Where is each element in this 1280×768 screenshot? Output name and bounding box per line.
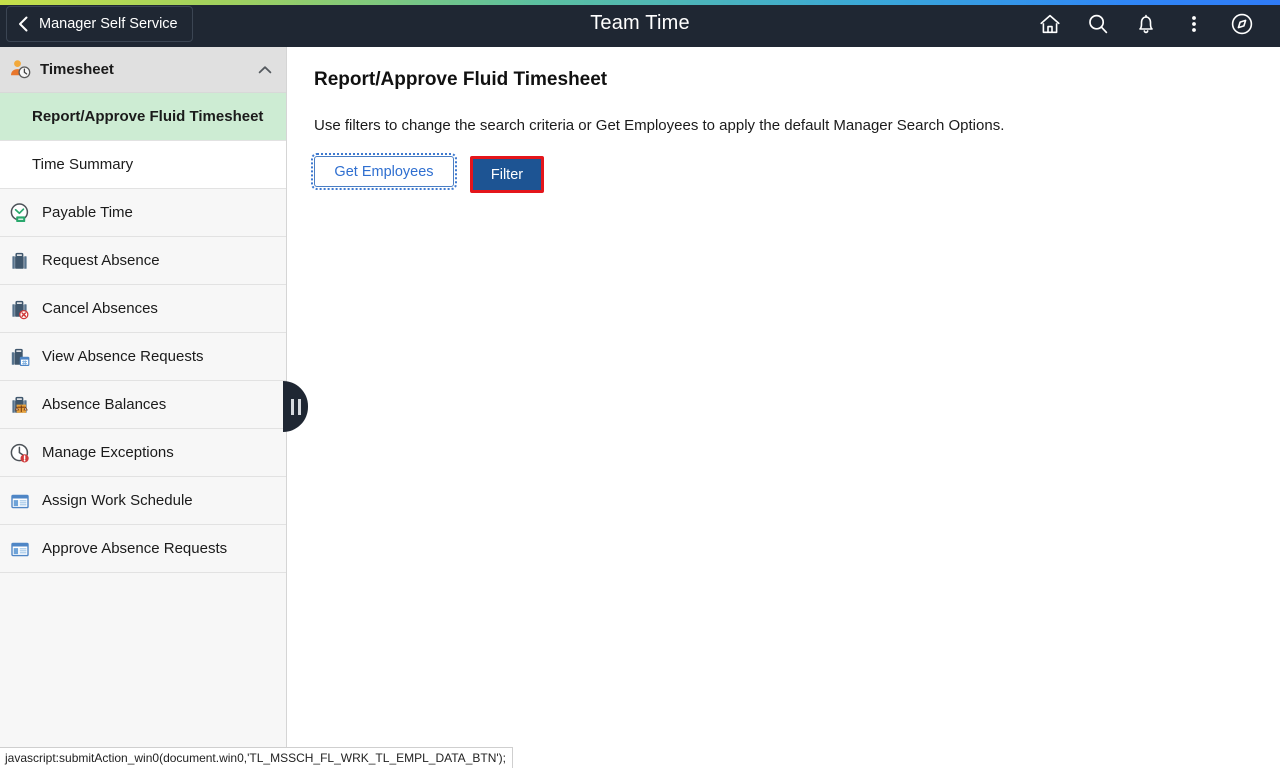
sidebar-item-approve-absence-requests[interactable]: Approve Absence Requests (0, 525, 286, 573)
navbar-compass-icon[interactable] (1218, 0, 1266, 47)
main-content-area: Report/Approve Fluid Timesheet Use filte… (288, 47, 1280, 747)
back-button-label: Manager Self Service (39, 16, 178, 32)
search-icon[interactable] (1074, 0, 1122, 47)
get-employees-button[interactable]: Get Employees (314, 156, 454, 187)
sidebar-item-report-approve-fluid-timesheet[interactable]: Report/Approve Fluid Timesheet (0, 93, 286, 141)
briefcase-icon (8, 249, 34, 273)
app-root: Manager Self Service Team Time (0, 0, 1280, 768)
sidebar-group-timesheet[interactable]: Timesheet (0, 47, 286, 93)
chevron-up-icon[interactable] (256, 61, 274, 79)
sidebar-item-assign-work-schedule[interactable]: Assign Work Schedule (0, 477, 286, 525)
sidebar-item-label: Cancel Absences (42, 300, 158, 317)
sidebar-group-label: Timesheet (40, 61, 256, 78)
action-button-row: Get Employees Filter (314, 156, 1256, 193)
notifications-bell-icon[interactable] (1122, 0, 1170, 47)
sidebar-item-label: Time Summary (32, 156, 133, 173)
sidebar-item-request-absence[interactable]: Request Absence (0, 237, 286, 285)
sidebar-item-time-summary[interactable]: Time Summary (0, 141, 286, 189)
person-clock-icon (8, 58, 34, 82)
clock-alert-icon (8, 441, 34, 465)
sidebar-item-cancel-absences[interactable]: Cancel Absences (0, 285, 286, 333)
briefcase-calendar-icon (8, 345, 34, 369)
sidebar-item-label: Assign Work Schedule (42, 492, 193, 509)
sidebar-item-label: Report/Approve Fluid Timesheet (32, 108, 263, 125)
instructions-text: Use filters to change the search criteri… (314, 117, 1256, 134)
briefcase-cancel-icon (8, 297, 34, 321)
sidebar-item-payable-time[interactable]: Payable Time (0, 189, 286, 237)
back-chevron-icon (17, 16, 31, 32)
actions-kebab-icon[interactable] (1170, 0, 1218, 47)
filter-button-highlight: Filter (470, 156, 544, 193)
filter-button[interactable]: Filter (473, 159, 541, 190)
sidebar-item-label: Manage Exceptions (42, 444, 174, 461)
page-title: Report/Approve Fluid Timesheet (314, 69, 1256, 91)
sidebar-item-absence-balances[interactable]: Absence Balances (0, 381, 286, 429)
sidebar-item-label: Request Absence (42, 252, 160, 269)
top-accent-gradient-bar (0, 0, 1280, 5)
sidebar-item-label: View Absence Requests (42, 348, 204, 365)
home-icon[interactable] (1026, 0, 1074, 47)
browser-status-bar: javascript:submitAction_win0(document.wi… (0, 747, 513, 768)
header-icon-group (1026, 0, 1280, 47)
sidebar-item-label: Absence Balances (42, 396, 166, 413)
back-to-manager-self-service-button[interactable]: Manager Self Service (6, 6, 193, 42)
clock-money-icon (8, 201, 34, 225)
sidebar-item-view-absence-requests[interactable]: View Absence Requests (0, 333, 286, 381)
window-grid-icon (8, 489, 34, 513)
briefcase-scales-icon (8, 393, 34, 417)
sidebar-item-manage-exceptions[interactable]: Manage Exceptions (0, 429, 286, 477)
left-navigation-sidebar: Timesheet Report/Approve Fluid Timesheet… (0, 47, 287, 747)
app-header: Manager Self Service Team Time (0, 0, 1280, 47)
sidebar-item-label: Payable Time (42, 204, 133, 221)
window-grid-icon (8, 537, 34, 561)
sidebar-item-label: Approve Absence Requests (42, 540, 227, 557)
pause-bars-icon (291, 399, 301, 415)
